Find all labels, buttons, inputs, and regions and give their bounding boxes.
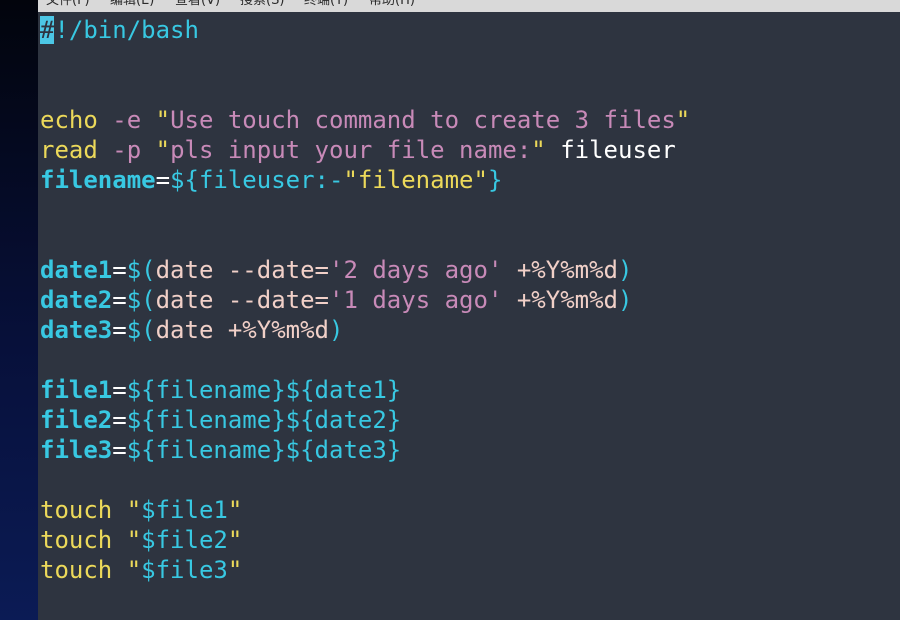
code-token: read [40,136,98,164]
code-line: touch "$file3" [40,555,690,585]
code-token: $file2 [141,526,228,554]
code-token: = [112,256,127,284]
code-token: " [675,106,691,134]
text-cursor: # [40,16,55,44]
code-token: '2 days ago' [329,256,503,284]
code-line: file1=${filename}${date1} [40,375,690,405]
code-token: $file1 [141,496,228,524]
code-token: ${filename}${date1} [126,376,402,404]
code-token: " [155,106,171,134]
code-token: date --date= [155,286,329,314]
code-line: date2=$(date --date='1 days ago' +%Y%m%d… [40,285,690,315]
code-token: +%Y%m%d [502,286,618,314]
code-line: echo -e "Use touch command to create 3 f… [40,105,690,135]
script-content[interactable]: #!/bin/bash echo -e "Use touch command to… [40,15,690,585]
menu-help[interactable]: 帮助(H) [369,0,415,9]
code-token: '1 days ago' [329,286,503,314]
code-token: echo [40,106,98,134]
code-line: date1=$(date --date='2 days ago' +%Y%m%d… [40,255,690,285]
code-line: filename=${fileuser:-"filename"} [40,165,690,195]
code-token: $file3 [141,556,228,584]
code-token: ${filename}${date3} [126,436,402,464]
code-token: ${filename}${date2} [126,406,402,434]
code-token: = [112,316,127,344]
code-line: file3=${filename}${date3} [40,435,690,465]
menu-edit[interactable]: 编辑(E) [110,0,154,9]
code-token: file2 [40,406,113,434]
code-token: " [227,496,243,524]
code-line: #!/bin/bash [40,15,690,45]
code-line: date3=$(date +%Y%m%d) [40,315,690,345]
code-token: !/bin/bash [54,16,199,44]
code-token: date --date= [155,256,329,284]
code-token: $( [126,316,156,344]
terminal-editor[interactable]: #!/bin/bash echo -e "Use touch command to… [38,12,900,620]
desktop-background [0,0,38,620]
code-token: -e [112,106,142,134]
code-token: date2 [40,286,113,314]
code-token: -p [112,136,142,164]
menu-view[interactable]: 查看(V) [175,0,220,9]
menu-search[interactable]: 搜索(S) [240,0,284,9]
code-token: Use touch command to create 3 files [170,106,676,134]
code-token: touch [40,496,113,524]
code-token: file3 [40,436,113,464]
code-token: touch [40,556,113,584]
code-token: $( [126,256,156,284]
menu-terminal[interactable]: 终端(T) [304,0,348,9]
code-token: touch [40,526,113,554]
code-token: $( [126,286,156,314]
code-token: date3 [40,316,113,344]
code-token: } [487,166,503,194]
code-line: touch "$file1" [40,495,690,525]
code-token: " [155,136,171,164]
code-token: " [227,556,243,584]
code-token: date +%Y%m%d [155,316,329,344]
code-token: = [112,286,127,314]
code-token: filename [40,166,156,194]
code-token: +%Y%m%d [502,256,618,284]
code-token: = [112,406,127,434]
code-token: " [126,496,142,524]
code-token: date1 [40,256,113,284]
code-token: = [112,436,127,464]
code-line: touch "$file2" [40,525,690,555]
code-token: " [126,556,142,584]
code-token: " [227,526,243,554]
terminal-menubar: 文件(F) 编辑(E) 查看(V) 搜索(S) 终端(T) 帮助(H) [38,0,900,12]
code-token: ) [329,316,344,344]
code-token: ) [617,286,633,314]
code-token: "filename" [343,166,488,194]
code-token: = [112,376,127,404]
code-token: " [126,526,142,554]
code-token: pls input your file name: [170,136,532,164]
code-token: file1 [40,376,113,404]
menu-file[interactable]: 文件(F) [46,0,90,9]
code-token: ) [617,256,633,284]
code-token: " [531,136,546,164]
code-line: read -p "pls input your file name:" file… [40,135,690,165]
code-token: = [155,166,171,194]
code-token: ${fileuser:- [170,166,344,194]
code-token: fileuser [545,136,676,164]
code-line: file2=${filename}${date2} [40,405,690,435]
